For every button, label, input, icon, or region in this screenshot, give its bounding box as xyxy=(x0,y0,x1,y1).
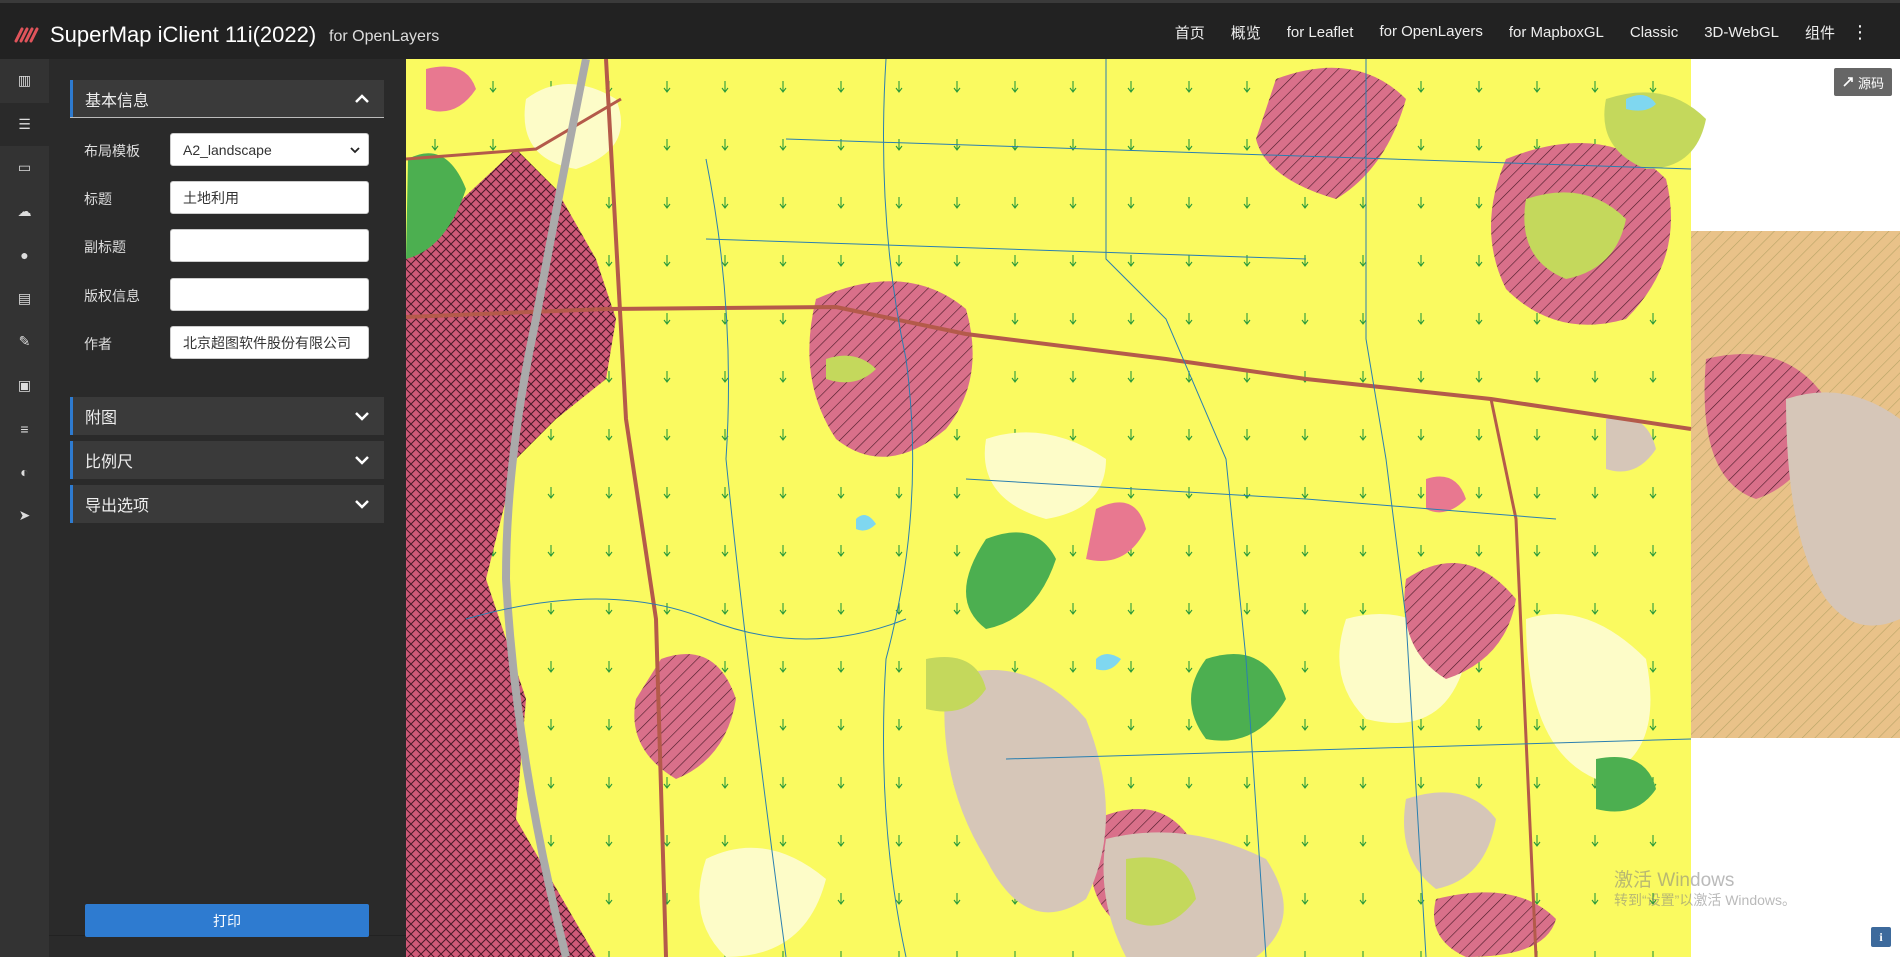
section-scale-bar-title: 比例尺 xyxy=(85,454,134,471)
users-icon[interactable]: ● xyxy=(0,233,49,277)
author-input[interactable]: 北京超图软件股份有限公司 xyxy=(170,326,369,359)
info-icon[interactable]: i xyxy=(1871,927,1891,947)
nav-leaflet[interactable]: for Leaflet xyxy=(1274,3,1367,62)
subtitle-input[interactable] xyxy=(170,229,369,262)
author-label: 作者 xyxy=(84,336,112,352)
nav-home[interactable]: 首页 xyxy=(1162,3,1218,62)
windows-activation-watermark: 激活 Windows xyxy=(1614,870,1735,891)
icon-sidebar: ▥ ☰ ▭ ☁ ● ▤ ✎ ▣ ≡ ◐ ➤ xyxy=(0,59,49,957)
more-menu-icon[interactable]: ⋮ xyxy=(1848,3,1872,62)
nav-overview[interactable]: 概览 xyxy=(1218,3,1274,62)
print-settings-panel: 基本信息 布局模板 A2_landscape 标题 土地利用 副标题 版权信息 … xyxy=(49,59,406,957)
section-export-options-title: 导出选项 xyxy=(85,498,150,515)
section-basic-info[interactable]: 基本信息 xyxy=(70,80,384,118)
source-code-button[interactable]: 源码 xyxy=(1833,68,1892,96)
crop-icon[interactable]: ▣ xyxy=(0,364,49,408)
copyright-label: 版权信息 xyxy=(84,288,140,304)
send-icon[interactable]: ➤ xyxy=(0,494,49,538)
windows-activation-hint: 转到“设置”以激活 Windows。 xyxy=(1614,892,1797,908)
land-use-map[interactable] xyxy=(406,59,1900,957)
source-code-label: 源码 xyxy=(1857,75,1884,91)
app-title[interactable]: SuperMap iClient 11i(2022) xyxy=(50,22,316,48)
chevron-down-icon xyxy=(355,456,369,465)
layout-template-label: 布局模板 xyxy=(84,143,140,159)
nav-openlayers[interactable]: for OpenLayers xyxy=(1366,3,1496,62)
title-input[interactable]: 土地利用 xyxy=(170,181,369,214)
nav-mapboxgl[interactable]: for MapboxGL xyxy=(1496,3,1617,62)
subtitle-label: 副标题 xyxy=(84,239,126,255)
layers-icon[interactable]: ☰ xyxy=(0,102,49,146)
title-label: 标题 xyxy=(84,191,112,207)
chevron-down-icon xyxy=(355,500,369,509)
copyright-input[interactable] xyxy=(170,278,369,311)
section-export-options[interactable]: 导出选项 xyxy=(70,485,384,523)
columns-icon[interactable]: ▥ xyxy=(0,59,49,103)
section-inset-map-title: 附图 xyxy=(85,410,118,427)
chevron-down-icon xyxy=(355,412,369,421)
cloud-icon[interactable]: ☁ xyxy=(0,190,49,234)
sliders-icon[interactable]: ≡ xyxy=(0,407,49,451)
layout-template-value: A2_landscape xyxy=(183,141,272,158)
section-inset-map[interactable]: 附图 xyxy=(70,397,384,435)
nav-components[interactable]: 组件 xyxy=(1792,3,1848,62)
nav-classic[interactable]: Classic xyxy=(1617,3,1691,62)
code-icon xyxy=(1843,77,1853,87)
nav-3d-webgl[interactable]: 3D-WebGL xyxy=(1691,3,1792,62)
monitor-icon[interactable]: ▭ xyxy=(0,146,49,190)
chevron-down-icon xyxy=(350,146,360,153)
section-basic-info-title: 基本信息 xyxy=(85,93,150,110)
section-divider xyxy=(70,117,384,118)
supermap-logo-icon xyxy=(14,27,39,43)
print-button[interactable]: 打印 xyxy=(85,904,369,937)
section-scale-bar[interactable]: 比例尺 xyxy=(70,441,384,479)
edit-icon[interactable]: ✎ xyxy=(0,320,49,364)
globe-icon[interactable]: ◐ xyxy=(0,451,49,495)
app-subtitle: for OpenLayers xyxy=(329,28,440,45)
layout-template-select[interactable]: A2_landscape xyxy=(170,133,369,166)
map-icon[interactable]: ▤ xyxy=(0,277,49,321)
main-nav: 首页 概览 for Leaflet for OpenLayers for Map… xyxy=(1162,3,1872,62)
chevron-up-icon xyxy=(355,94,369,103)
map-view[interactable]: 源码 i xyxy=(406,59,1900,957)
top-navbar: SuperMap iClient 11i(2022) for OpenLayer… xyxy=(0,0,1900,62)
